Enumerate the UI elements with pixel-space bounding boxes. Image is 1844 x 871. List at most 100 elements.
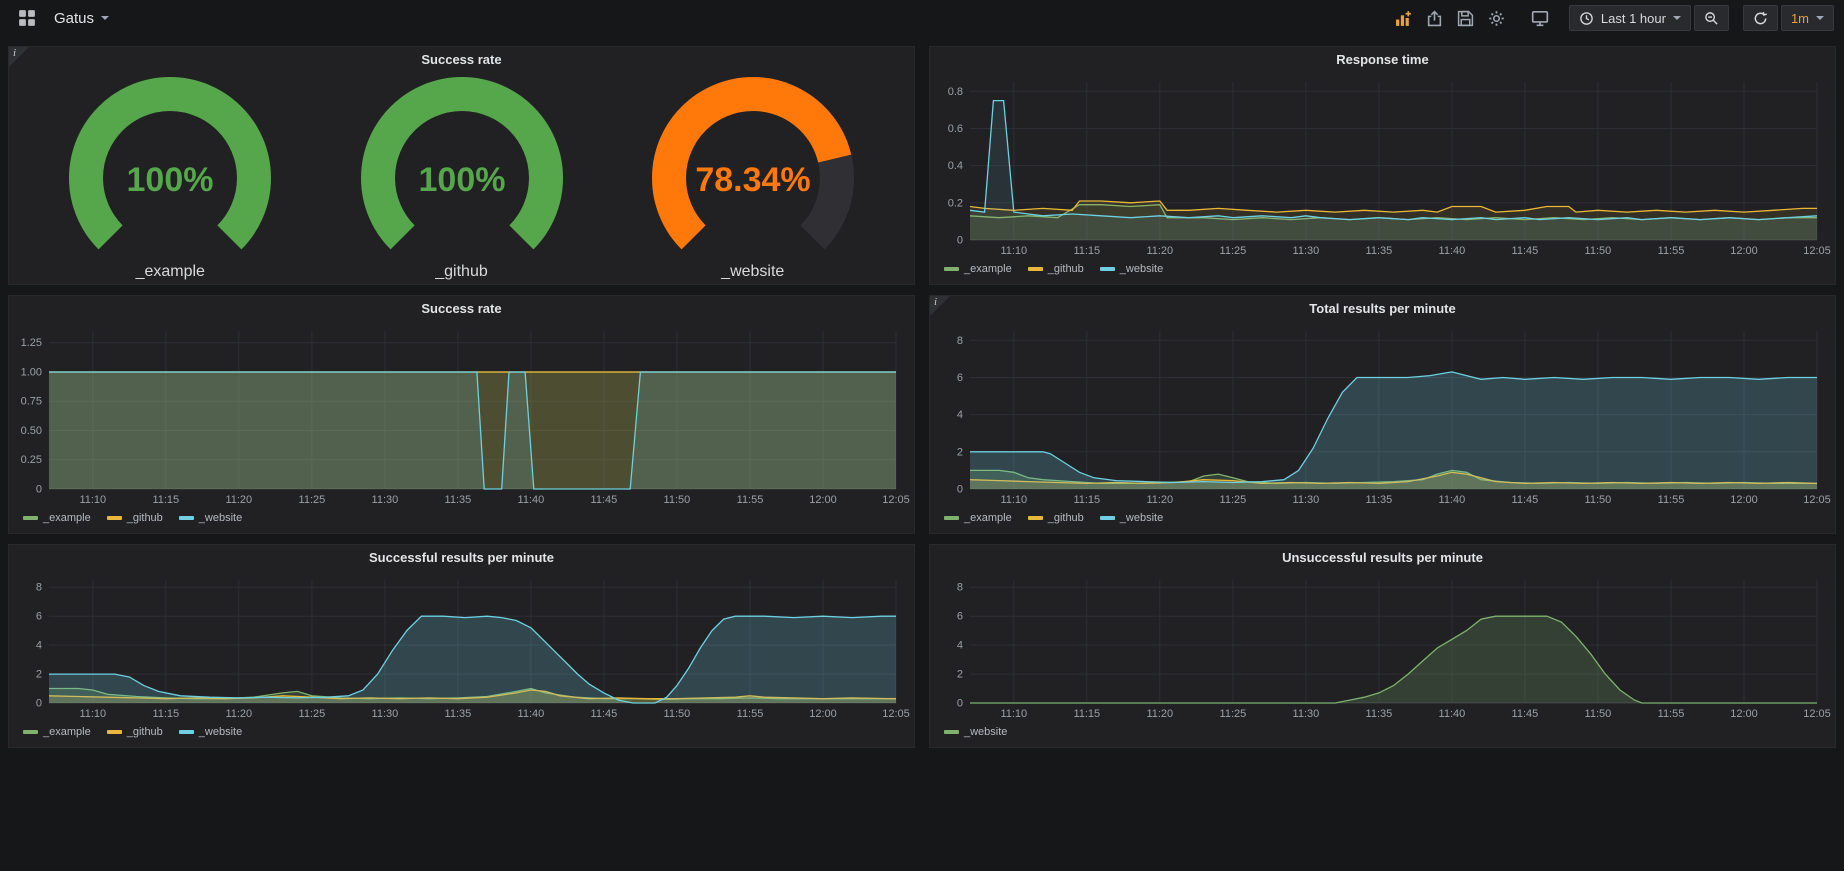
legend-item-_website[interactable]: _website <box>944 726 1007 738</box>
svg-text:11:20: 11:20 <box>1146 708 1173 720</box>
panel-header[interactable]: Total results per minute <box>930 296 1835 321</box>
panel-info-icon[interactable]: i <box>930 296 950 316</box>
legend-item-_website[interactable]: _website <box>179 512 242 524</box>
panel-header[interactable]: Success rate <box>9 296 914 321</box>
svg-text:11:50: 11:50 <box>1585 494 1612 506</box>
legend-swatch <box>1028 516 1043 520</box>
legend-item-_example[interactable]: _example <box>944 512 1012 524</box>
svg-text:11:40: 11:40 <box>518 708 545 720</box>
panel-header[interactable]: Response time <box>930 47 1835 72</box>
unsuccessful-results-chart[interactable]: 0246811:1011:1511:2011:2511:3011:3511:40… <box>934 570 1831 721</box>
svg-text:11:25: 11:25 <box>1220 708 1247 720</box>
successful-results-chart[interactable]: 0246811:1011:1511:2011:2511:3011:3511:40… <box>13 570 910 721</box>
svg-text:8: 8 <box>957 335 963 347</box>
success-rate-chart[interactable]: 00.250.500.751.001.2511:1011:1511:2011:2… <box>13 321 910 507</box>
svg-text:11:50: 11:50 <box>1585 708 1612 720</box>
panel-response-time: Response time 00.20.40.60.811:1011:1511:… <box>929 46 1836 285</box>
legend-swatch <box>23 730 38 734</box>
total-results-chart[interactable]: 0246811:1011:1511:2011:2511:3011:3511:40… <box>934 321 1831 507</box>
svg-text:12:05: 12:05 <box>1803 245 1831 257</box>
svg-text:4: 4 <box>957 640 963 652</box>
panel-info-icon[interactable]: i <box>9 47 29 67</box>
add-panel-icon <box>1395 10 1412 27</box>
svg-text:12:00: 12:00 <box>809 494 837 506</box>
svg-text:4: 4 <box>36 640 42 652</box>
legend-label: _example <box>964 512 1012 524</box>
gauges-row: 100% _example 100% _github 78.34% _websi… <box>9 72 914 284</box>
legend-swatch <box>107 730 122 734</box>
legend-label: _example <box>43 726 91 738</box>
panel-header[interactable]: Success rate <box>9 47 914 72</box>
legend-item-_example[interactable]: _example <box>944 263 1012 275</box>
svg-text:12:00: 12:00 <box>809 708 837 720</box>
legend-swatch <box>179 730 194 734</box>
svg-text:11:40: 11:40 <box>518 494 545 506</box>
legend-swatch <box>23 516 38 520</box>
panel-header[interactable]: Unsuccessful results per minute <box>930 545 1835 570</box>
svg-text:2: 2 <box>957 446 963 458</box>
svg-text:0.25: 0.25 <box>21 454 42 466</box>
cycle-view-button[interactable] <box>1525 6 1555 30</box>
time-range-picker[interactable]: Last 1 hour <box>1569 5 1691 31</box>
legend-swatch <box>944 516 959 520</box>
svg-text:11:30: 11:30 <box>1293 245 1320 257</box>
legend-label: _website <box>964 726 1007 738</box>
svg-text:11:25: 11:25 <box>299 494 326 506</box>
panel-total-results: i Total results per minute 0246811:1011:… <box>929 295 1836 534</box>
gauge-arc: 78.34% <box>623 76 883 261</box>
svg-text:11:55: 11:55 <box>737 708 764 720</box>
svg-text:11:30: 11:30 <box>1293 494 1320 506</box>
svg-text:11:40: 11:40 <box>1439 245 1466 257</box>
legend-item-_github[interactable]: _github <box>107 726 163 738</box>
legend-item-_example[interactable]: _example <box>23 512 91 524</box>
svg-text:1.00: 1.00 <box>21 367 42 379</box>
share-dashboard-button[interactable] <box>1420 7 1449 30</box>
legend-swatch <box>107 516 122 520</box>
refresh-button[interactable] <box>1743 5 1778 31</box>
svg-text:11:10: 11:10 <box>1000 494 1027 506</box>
svg-text:12:00: 12:00 <box>1730 708 1758 720</box>
gauge-arc: 100% <box>332 76 592 261</box>
legend-item-_example[interactable]: _example <box>23 726 91 738</box>
svg-text:4: 4 <box>957 409 963 421</box>
svg-text:100%: 100% <box>127 161 214 199</box>
legend-label: _website <box>199 726 242 738</box>
panel-title: Unsuccessful results per minute <box>1282 550 1483 565</box>
legend-item-_website[interactable]: _website <box>1100 263 1163 275</box>
zoom-out-button[interactable] <box>1694 5 1729 31</box>
svg-text:6: 6 <box>957 611 963 623</box>
info-glyph: i <box>934 296 937 308</box>
save-dashboard-button[interactable] <box>1451 7 1480 30</box>
caret-down-icon <box>1673 16 1681 20</box>
add-panel-button[interactable] <box>1389 7 1418 30</box>
dashboard-title-button[interactable]: Gatus <box>50 8 113 29</box>
legend-item-_github[interactable]: _github <box>107 512 163 524</box>
svg-text:11:55: 11:55 <box>1658 494 1685 506</box>
panel-success-rate-gauges: i Success rate 100% _example 100% _githu… <box>8 46 915 285</box>
svg-text:6: 6 <box>957 372 963 384</box>
svg-text:11:20: 11:20 <box>225 708 252 720</box>
svg-text:11:35: 11:35 <box>1366 494 1393 506</box>
legend-item-_github[interactable]: _github <box>1028 263 1084 275</box>
legend-swatch <box>179 516 194 520</box>
nav-right: Last 1 hour 1m <box>1375 5 1844 31</box>
svg-text:0.75: 0.75 <box>21 396 42 408</box>
refresh-interval-picker[interactable]: 1m <box>1781 5 1834 31</box>
svg-text:11:25: 11:25 <box>1220 245 1247 257</box>
legend-label: _example <box>964 263 1012 275</box>
response-time-chart[interactable]: 00.20.40.60.811:1011:1511:2011:2511:3011… <box>934 72 1831 258</box>
legend-item-_website[interactable]: _website <box>179 726 242 738</box>
svg-text:11:50: 11:50 <box>1585 245 1612 257</box>
dashboard-actions-group <box>1389 7 1511 30</box>
panel-header[interactable]: Successful results per minute <box>9 545 914 570</box>
svg-text:11:45: 11:45 <box>1512 708 1539 720</box>
svg-text:8: 8 <box>957 582 963 594</box>
svg-text:8: 8 <box>36 582 42 594</box>
legend-item-_github[interactable]: _github <box>1028 512 1084 524</box>
svg-text:0: 0 <box>957 698 963 710</box>
legend-item-_website[interactable]: _website <box>1100 512 1163 524</box>
legend-label: _github <box>1048 263 1084 275</box>
svg-text:0: 0 <box>36 698 42 710</box>
dashboard-settings-button[interactable] <box>1482 7 1511 30</box>
dashboards-menu-button[interactable] <box>12 6 42 30</box>
